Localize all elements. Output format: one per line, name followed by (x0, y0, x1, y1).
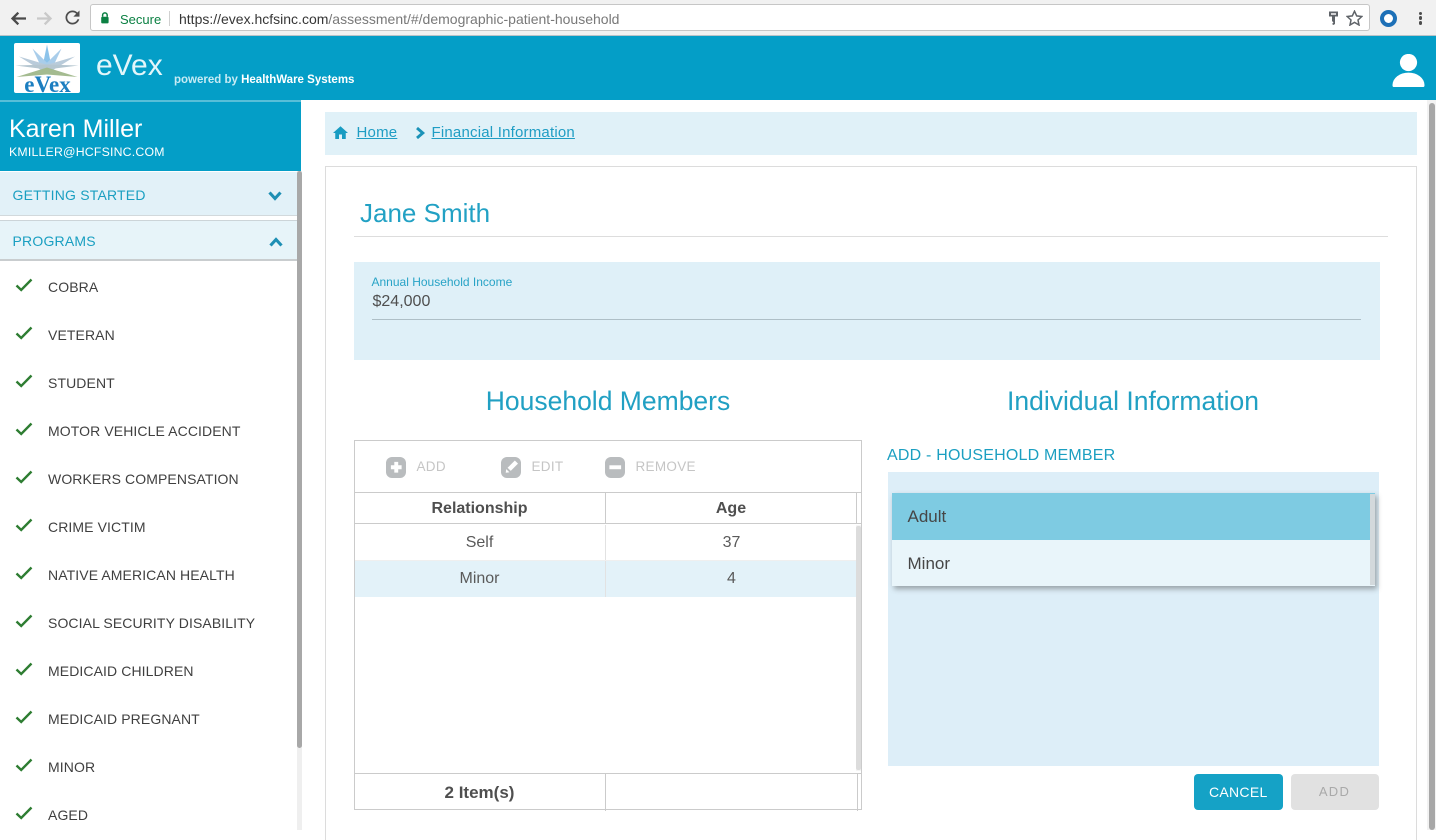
svg-text:eVex: eVex (24, 72, 71, 93)
